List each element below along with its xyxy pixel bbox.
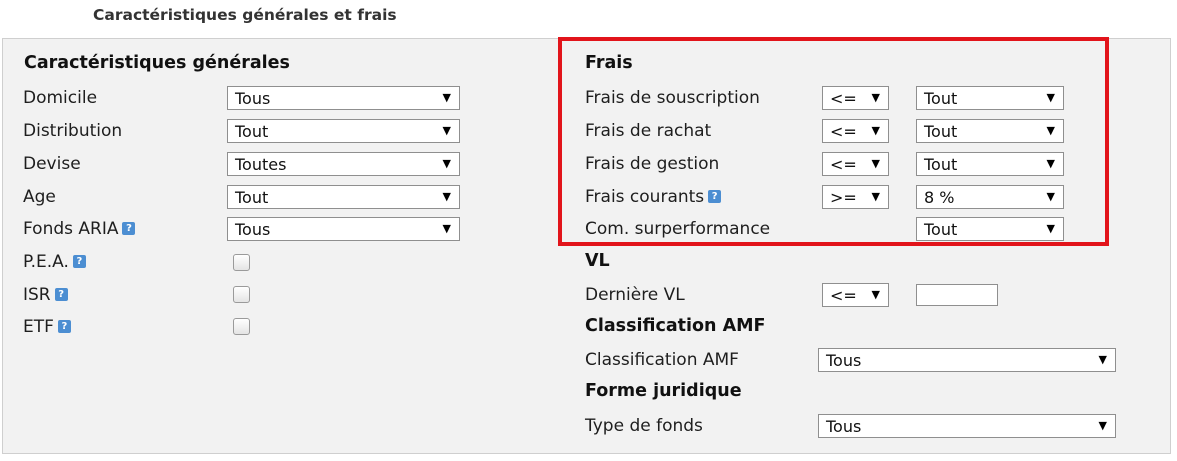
etf-checkbox[interactable] bbox=[233, 318, 250, 335]
section-title: Caractéristiques générales et frais bbox=[93, 6, 397, 24]
etf-label: ETF? bbox=[23, 315, 71, 339]
chevron-down-icon: ▼ bbox=[871, 288, 880, 301]
domicile-label: Domicile bbox=[23, 88, 98, 108]
devise-value: Toutes bbox=[235, 155, 287, 174]
classification-amf-select[interactable]: Tous ▼ bbox=[818, 348, 1116, 372]
chevron-down-icon: ▼ bbox=[442, 157, 451, 170]
domicile-select[interactable]: Tous ▼ bbox=[227, 86, 460, 110]
help-icon[interactable]: ? bbox=[122, 222, 136, 235]
devise-label: Devise bbox=[23, 154, 81, 174]
distribution-value: Tout bbox=[235, 122, 269, 141]
chevron-down-icon: ▼ bbox=[1098, 419, 1107, 432]
chevron-down-icon: ▼ bbox=[442, 124, 451, 137]
type-fonds-select[interactable]: Tous ▼ bbox=[818, 414, 1116, 438]
distribution-select[interactable]: Tout ▼ bbox=[227, 119, 460, 143]
help-icon[interactable]: ? bbox=[72, 255, 86, 268]
help-icon[interactable]: ? bbox=[57, 320, 71, 333]
chevron-down-icon: ▼ bbox=[442, 222, 451, 235]
classification-amf-label: Classification AMF bbox=[585, 350, 739, 370]
highlight-frame bbox=[558, 37, 1109, 246]
age-select[interactable]: Tout ▼ bbox=[227, 185, 460, 209]
help-icon[interactable]: ? bbox=[54, 288, 68, 301]
isr-text: ISR bbox=[23, 285, 51, 305]
forme-juridique-heading: Forme juridique bbox=[585, 381, 742, 401]
classification-amf-value: Tous bbox=[826, 351, 862, 370]
pea-label: P.E.A.? bbox=[23, 250, 86, 274]
fonds-aria-label: Fonds ARIA? bbox=[23, 217, 136, 241]
chevron-down-icon: ▼ bbox=[1098, 353, 1107, 366]
derniere-vl-input[interactable] bbox=[916, 284, 998, 306]
type-fonds-value: Tous bbox=[826, 417, 862, 436]
age-value: Tout bbox=[235, 188, 269, 207]
etf-text: ETF bbox=[23, 317, 54, 337]
devise-select[interactable]: Toutes ▼ bbox=[227, 152, 460, 176]
domicile-value: Tous bbox=[235, 89, 271, 108]
vl-heading: VL bbox=[585, 251, 610, 271]
type-fonds-label: Type de fonds bbox=[585, 416, 703, 436]
chevron-down-icon: ▼ bbox=[442, 91, 451, 104]
amf-heading: Classification AMF bbox=[585, 316, 766, 336]
pea-text: P.E.A. bbox=[23, 252, 69, 272]
distribution-label: Distribution bbox=[23, 121, 123, 141]
general-heading: Caractéristiques générales bbox=[24, 53, 290, 73]
derniere-vl-label: Dernière VL bbox=[585, 285, 685, 305]
age-label: Age bbox=[23, 187, 56, 207]
isr-label: ISR? bbox=[23, 283, 68, 307]
pea-checkbox[interactable] bbox=[233, 254, 250, 271]
derniere-vl-operator[interactable]: <= ▼ bbox=[822, 283, 889, 307]
fonds-aria-select[interactable]: Tous ▼ bbox=[227, 217, 460, 241]
operator-value: <= bbox=[830, 286, 857, 305]
fonds-aria-value: Tous bbox=[235, 220, 271, 239]
isr-checkbox[interactable] bbox=[233, 286, 250, 303]
chevron-down-icon: ▼ bbox=[442, 190, 451, 203]
fonds-aria-text: Fonds ARIA bbox=[23, 219, 119, 239]
